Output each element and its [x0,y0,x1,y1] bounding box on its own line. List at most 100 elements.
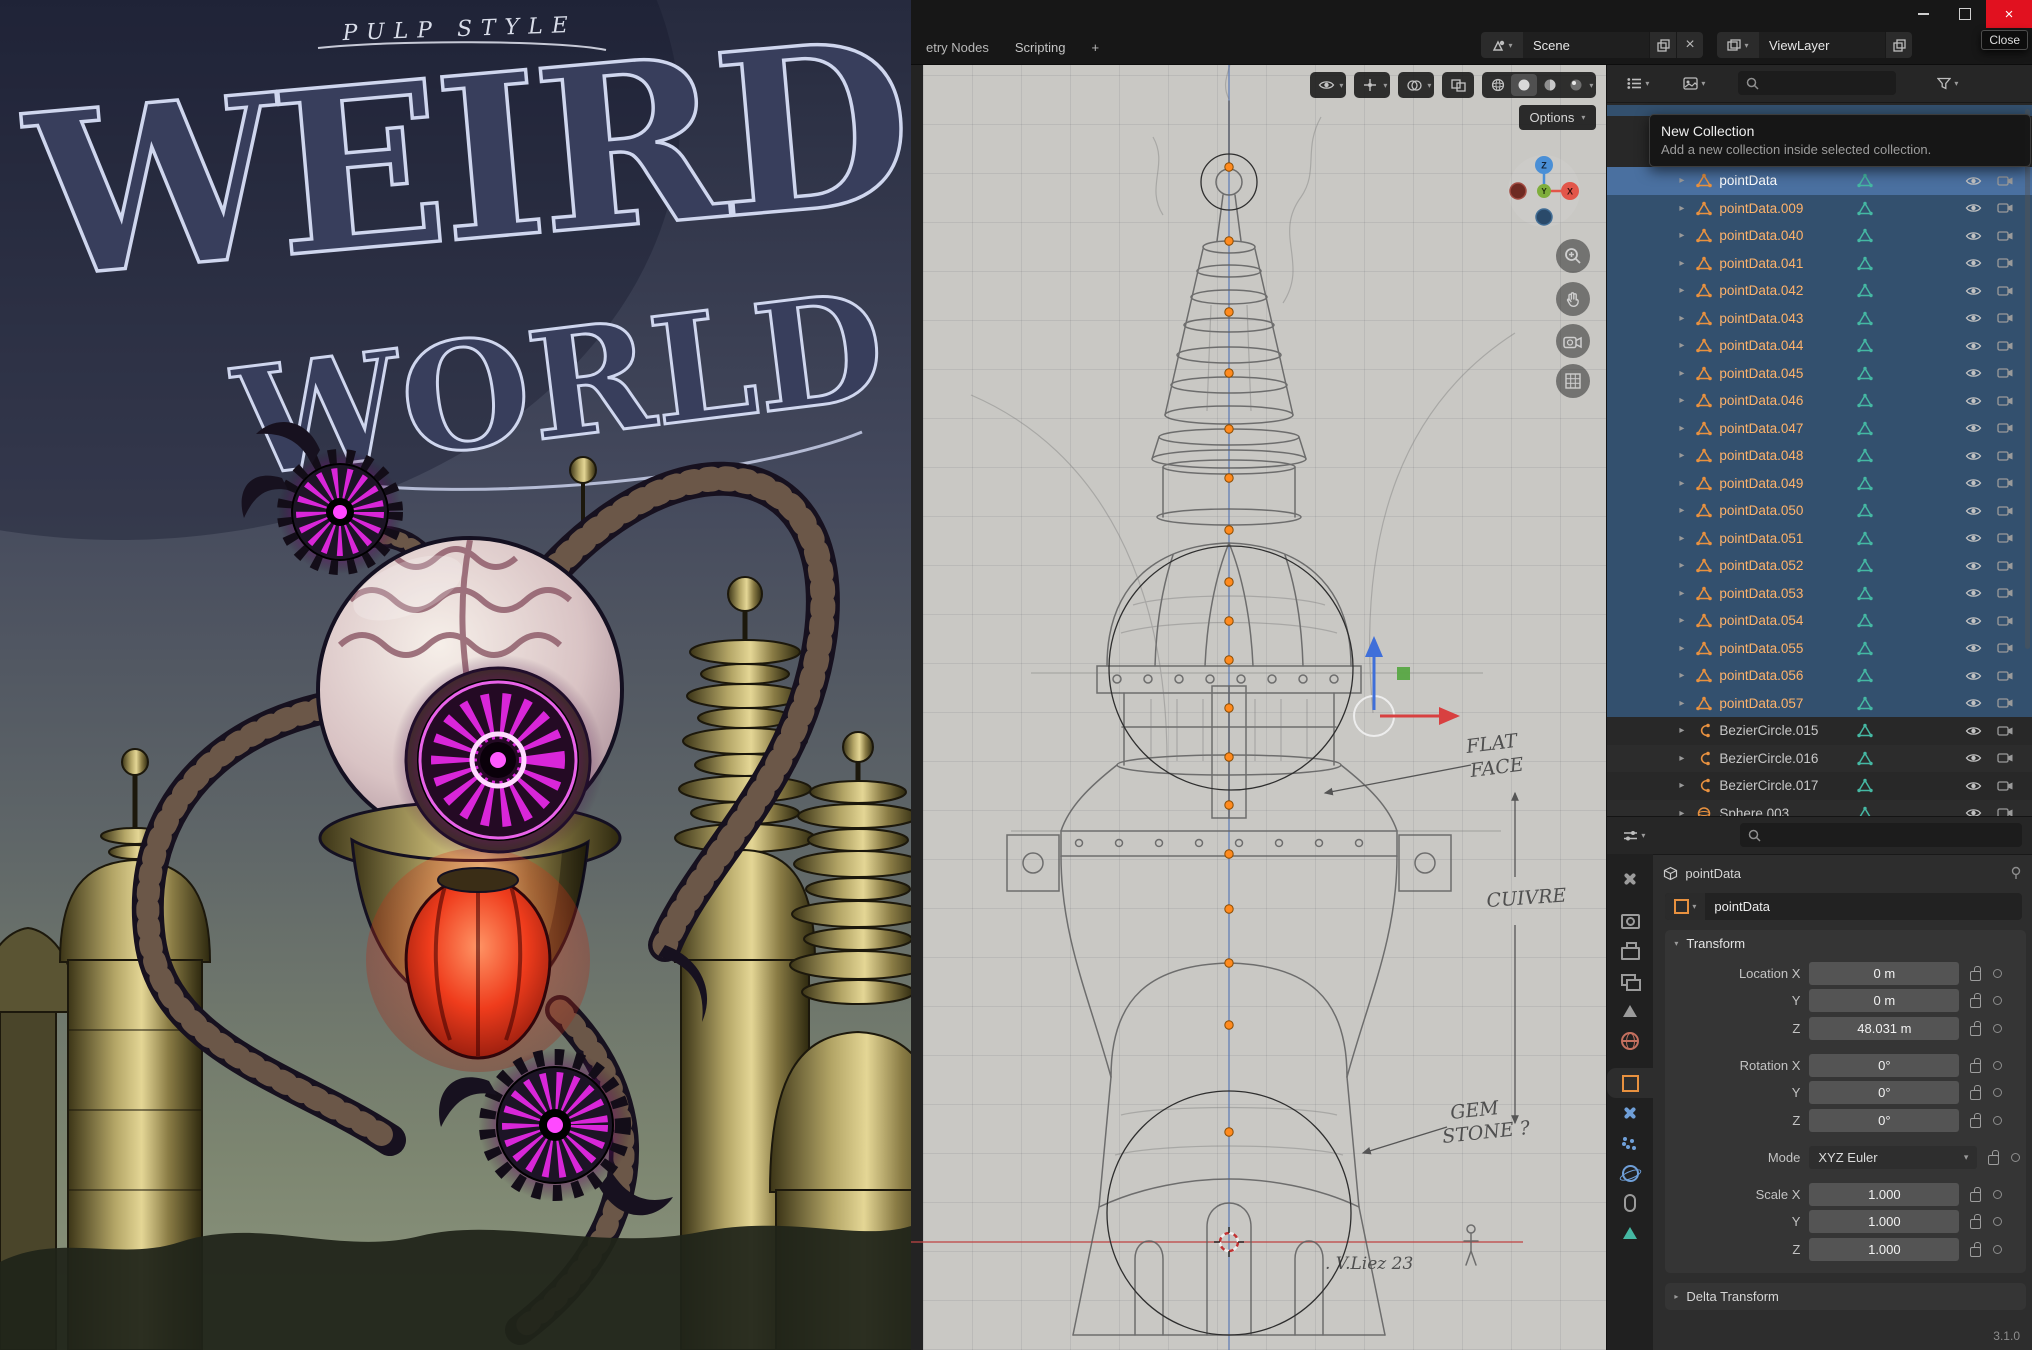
outliner-row[interactable]: ▸ [1607,387,2032,415]
properties-tab[interactable] [1607,996,1653,1026]
outliner-row[interactable]: ▸ [1607,662,2032,690]
hide-eye-icon[interactable] [1965,312,1982,324]
lock-toggle[interactable] [1961,1214,1989,1229]
expand-arrow-icon[interactable]: ▸ [1679,368,1696,379]
outliner-row[interactable]: ▸ [1607,800,2032,817]
field-value[interactable]: XYZ Euler ▾ [1809,1146,1977,1169]
render-visibility-icon[interactable] [1997,807,2014,816]
workspace-tab[interactable]: Scripting [1002,35,1079,62]
outliner-search-field[interactable] [1738,71,1896,95]
hide-eye-icon[interactable] [1965,780,1982,792]
render-visibility-icon[interactable] [1997,560,2014,572]
hide-eye-icon[interactable] [1965,395,1982,407]
properties-tab[interactable] [1607,1026,1653,1056]
overlays-button[interactable] [1401,74,1427,96]
outliner-filter-button[interactable]: ▾ [1933,71,1962,95]
expand-arrow-icon[interactable]: ▸ [1679,560,1696,571]
render-visibility-icon[interactable] [1997,752,2014,764]
geometry-nodes-icon[interactable] [1857,668,1873,683]
geometry-nodes-icon[interactable] [1857,201,1873,216]
geometry-nodes-icon[interactable] [1857,448,1873,463]
geometry-nodes-icon[interactable] [1857,173,1873,188]
animate-toggle[interactable] [1989,1061,2005,1070]
object-name-value[interactable]: pointData [1705,893,2022,920]
hide-eye-icon[interactable] [1965,230,1982,242]
render-visibility-icon[interactable] [1997,505,2014,517]
field-value[interactable]: 0 m ▾ [1809,962,1959,985]
hide-eye-icon[interactable] [1965,725,1982,737]
field-value[interactable]: 1.000 ▾ [1809,1238,1959,1261]
shading-material-button[interactable] [1537,74,1563,96]
viewlayer-name-field[interactable]: ViewLayer [1759,32,1885,58]
properties-tab[interactable] [1607,864,1653,894]
animate-toggle[interactable] [1989,1217,2005,1226]
viewport-canvas[interactable]: FLAT FACE CUIVRE GEM STONE ? . V.Liez 23 [911,65,1606,1350]
hide-eye-icon[interactable] [1965,422,1982,434]
shading-wireframe-button[interactable] [1485,74,1511,96]
expand-arrow-icon[interactable]: ▸ [1679,780,1696,791]
minimize-button[interactable] [1902,0,1944,28]
properties-tab[interactable] [1607,1158,1653,1188]
lock-toggle[interactable] [1961,1058,1989,1073]
geometry-nodes-icon[interactable] [1857,531,1873,546]
outliner-row[interactable]: ▸ [1607,442,2032,470]
render-visibility-icon[interactable] [1997,477,2014,489]
outliner-row[interactable]: ▸ [1607,580,2032,608]
new-viewlayer-button[interactable] [1885,32,1912,58]
expand-arrow-icon[interactable]: ▸ [1679,175,1696,186]
expand-arrow-icon[interactable]: ▸ [1679,670,1696,681]
outliner-display-mode-button[interactable]: ▾ [1623,71,1653,95]
field-value[interactable]: 1.000 ▾ [1809,1210,1959,1233]
render-visibility-icon[interactable] [1997,422,2014,434]
render-visibility-icon[interactable] [1997,395,2014,407]
scene-name-field[interactable]: Scene [1523,32,1649,58]
viewport-3d[interactable]: FLAT FACE CUIVRE GEM STONE ? . V.Liez 23 [911,65,1606,1350]
delta-transform-panel[interactable]: ▸ Delta Transform [1665,1283,2026,1310]
outliner-row[interactable]: ▸ [1607,332,2032,360]
properties-tab[interactable] [1607,966,1653,996]
render-visibility-icon[interactable] [1997,340,2014,352]
outliner-row[interactable]: ▸ [1607,167,2032,195]
properties-tab[interactable] [1607,906,1653,936]
workspace-tab[interactable]: etry Nodes [913,35,1002,62]
lock-toggle[interactable] [1961,966,1989,981]
properties-search-field[interactable] [1740,823,2022,847]
navigation-gizmo[interactable]: Z X Y [1506,153,1582,229]
hide-eye-icon[interactable] [1965,202,1982,214]
expand-arrow-icon[interactable]: ▸ [1679,258,1696,269]
animate-toggle[interactable] [1989,996,2005,1005]
render-visibility-icon[interactable] [1997,367,2014,379]
breadcrumb-object[interactable]: pointData [1685,866,1741,881]
outliner-scrollbar[interactable] [2025,109,2030,649]
hide-eye-icon[interactable] [1965,532,1982,544]
animate-toggle[interactable] [1989,1116,2005,1125]
expand-arrow-icon[interactable]: ▸ [1679,395,1696,406]
outliner-row[interactable]: ▸ [1607,635,2032,663]
render-visibility-icon[interactable] [1997,670,2014,682]
viewlayer-browse-button[interactable]: ▾ [1717,32,1759,58]
geometry-nodes-icon[interactable] [1857,558,1873,573]
render-visibility-icon[interactable] [1997,532,2014,544]
geometry-nodes-icon[interactable] [1857,283,1873,298]
geometry-nodes-icon[interactable] [1857,723,1873,738]
outliner-row[interactable]: ▸ [1607,690,2032,718]
render-visibility-icon[interactable] [1997,257,2014,269]
geometry-nodes-icon[interactable] [1857,311,1873,326]
xray-toggle-button[interactable] [1445,74,1471,96]
properties-tab[interactable] [1607,1068,1653,1098]
properties-tab[interactable] [1607,936,1653,966]
field-value[interactable]: 0° ▾ [1809,1081,1959,1104]
geometry-nodes-icon[interactable] [1857,806,1873,816]
expand-arrow-icon[interactable]: ▸ [1679,643,1696,654]
geometry-nodes-icon[interactable] [1857,751,1873,766]
hide-eye-icon[interactable] [1965,642,1982,654]
geometry-nodes-icon[interactable] [1857,613,1873,628]
outliner-row[interactable]: ▸ [1607,415,2032,443]
hide-eye-icon[interactable] [1965,587,1982,599]
properties-tab[interactable] [1607,1188,1653,1218]
hide-eye-icon[interactable] [1965,285,1982,297]
outliner-row[interactable]: ▸ [1607,497,2032,525]
outliner-row[interactable]: ▸ [1607,305,2032,333]
render-visibility-icon[interactable] [1997,202,2014,214]
render-visibility-icon[interactable] [1997,697,2014,709]
